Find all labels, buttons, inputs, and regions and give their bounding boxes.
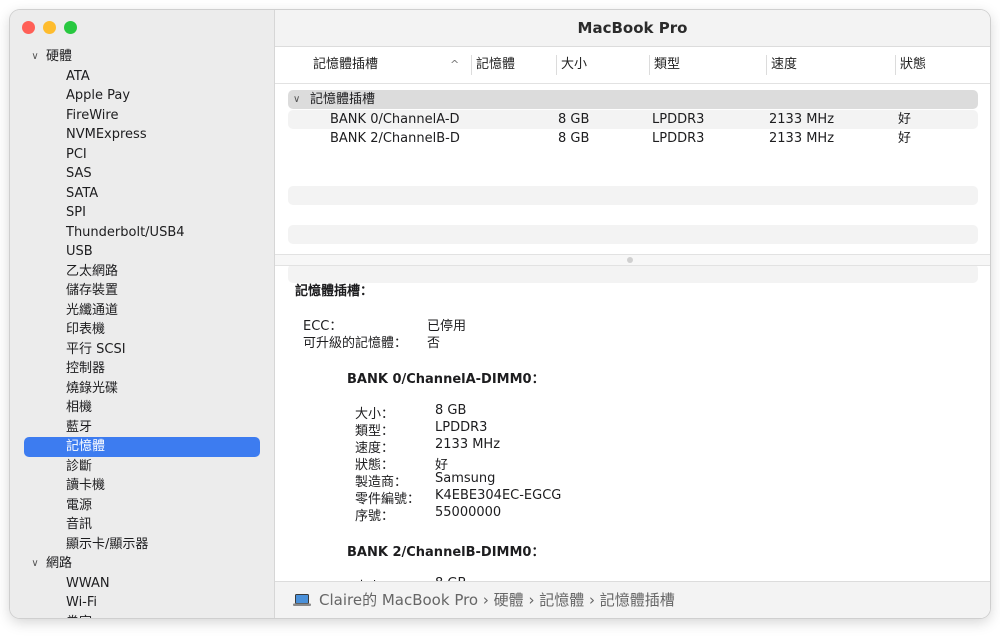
chevron-down-icon[interactable]: ∨ [28, 47, 42, 67]
sidebar-item[interactable]: 相機 [10, 398, 274, 418]
table-header: 記憶體插槽 記憶體 大小 類型 速度 狀態 ^ [275, 47, 990, 84]
field-value: LPDDR3 [435, 420, 488, 435]
system-information-window: ∨ 硬體 ATA Apple Pay FireWire NVMExpress PCI SAS S… [10, 10, 990, 618]
sidebar-item[interactable]: NVMExpress [10, 125, 274, 145]
field-value: 55000000 [435, 505, 502, 520]
sidebar-item[interactable]: 燒錄光碟 [10, 379, 274, 399]
minimize-window-button[interactable] [43, 21, 56, 34]
detail-pane: 記憶體插槽： ECC： 已停用 可升級的記憶體：否 BANK 0/ChannelA-DI… [275, 266, 990, 582]
table-row[interactable]: BANK 2/ChannelB-D 8 GB LPDDR3 2133 MHz 好 [288, 129, 978, 148]
sidebar-tree: ∨ 硬體 ATA Apple Pay FireWire NVMExpress PCI SAS S… [10, 47, 274, 618]
upgradable-value: 否 [427, 336, 441, 351]
sort-ascending-icon[interactable]: ^ [450, 47, 459, 83]
column-header[interactable]: 記憶體插槽 [313, 47, 378, 83]
sidebar-item[interactable]: 讀卡機 [10, 476, 274, 496]
sidebar-item[interactable]: Thunderbolt/USB4 [10, 223, 274, 243]
sidebar-item[interactable]: 儲存裝置 [10, 281, 274, 301]
sidebar-item[interactable]: 控制器 [10, 359, 274, 379]
path-separator: › [584, 591, 600, 609]
table-cell: 2133 MHz [769, 131, 835, 146]
sidebar-item[interactable]: 藍牙 [10, 418, 274, 438]
detail-heading: 記憶體插槽： [295, 284, 374, 299]
window-title: MacBook Pro [275, 10, 990, 47]
sidebar-item[interactable]: PCI [10, 145, 274, 165]
table-cell: BANK 0/ChannelA-D [330, 112, 460, 127]
table-cell: 好 [898, 112, 912, 127]
sidebar-item[interactable]: USB [10, 242, 274, 262]
path-segment[interactable]: Claire的 MacBook Pro [319, 591, 478, 609]
sidebar-item[interactable]: 電源 [10, 496, 274, 516]
pane-splitter[interactable] [275, 254, 990, 266]
column-header[interactable]: 速度 [766, 55, 797, 75]
field-value: K4EBE304EC-EGCG [435, 488, 562, 503]
sidebar-item[interactable]: WWAN [10, 574, 274, 594]
sidebar-item[interactable]: 音訊 [10, 515, 274, 535]
sidebar-group[interactable]: ∨ 硬體 [10, 47, 274, 67]
table-cell: 8 GB [558, 131, 590, 146]
zoom-window-button[interactable] [64, 21, 77, 34]
field-value: 2133 MHz [435, 437, 501, 452]
empty-row [288, 186, 978, 205]
column-header[interactable]: 大小 [556, 55, 587, 75]
path-segment[interactable]: 記憶體 [539, 591, 584, 609]
laptop-icon [293, 594, 311, 606]
sidebar-item[interactable]: Apple Pay [10, 86, 274, 106]
sidebar-item[interactable]: 卷宗 [10, 613, 274, 619]
table-cell: LPDDR3 [652, 131, 705, 146]
field-label: 序號： [355, 509, 395, 524]
bank-title: BANK 2/ChannelB-DIMM0： [347, 545, 545, 560]
column-header[interactable]: 狀態 [895, 55, 926, 75]
sidebar-item[interactable]: SAS [10, 164, 274, 184]
table-cell: LPDDR3 [652, 112, 705, 127]
path-breadcrumb: Claire的 MacBook Pro › 硬體 › 記憶體 › 記憶體插槽 [319, 582, 675, 618]
upgradable-label: 可升級的記憶體： [303, 336, 408, 351]
chevron-down-icon[interactable]: ∨ [293, 90, 300, 109]
group-row-label: 記憶體插槽 [310, 92, 376, 107]
sidebar-item[interactable]: 顯示卡/顯示器 [10, 535, 274, 555]
field-value: Samsung [435, 471, 496, 486]
table-cell: 好 [898, 131, 912, 146]
table-cell: BANK 2/ChannelB-D [330, 131, 460, 146]
sidebar-item[interactable]: 診斷 [10, 457, 274, 477]
window-controls [22, 21, 77, 34]
path-bar: Claire的 MacBook Pro › 硬體 › 記憶體 › 記憶體插槽 [275, 581, 990, 618]
path-segment[interactable]: 記憶體插槽 [600, 591, 675, 609]
table-row[interactable]: BANK 0/ChannelA-D 8 GB LPDDR3 2133 MHz 好 [288, 110, 978, 129]
sidebar-item[interactable]: FireWire [10, 106, 274, 126]
sidebar-group-label: 網路 [46, 556, 73, 571]
sidebar-item[interactable]: 印表機 [10, 320, 274, 340]
column-header[interactable]: 記憶體 [471, 55, 515, 75]
sidebar-item[interactable]: 乙太網路 [10, 262, 274, 282]
path-segment[interactable]: 硬體 [494, 591, 524, 609]
sidebar-item[interactable]: 光纖通道 [10, 301, 274, 321]
chevron-down-icon[interactable]: ∨ [28, 554, 42, 574]
table-cell: 2133 MHz [769, 112, 835, 127]
path-separator: › [478, 591, 494, 609]
memory-table: ∨ 記憶體插槽 BANK 0/ChannelA-D 8 GB LPDDR3 2133 MH… [275, 84, 990, 283]
bank-title: BANK 0/ChannelA-DIMM0： [347, 372, 545, 387]
sidebar: ∨ 硬體 ATA Apple Pay FireWire NVMExpress PCI SAS S… [10, 10, 275, 618]
main-panel: MacBook Pro 記憶體插槽 記憶體 大小 類型 速度 狀態 ^ ∨ 記憶體插槽 BANK… [275, 10, 990, 618]
sidebar-item[interactable]: 記憶體 [24, 437, 260, 457]
empty-row [288, 225, 978, 244]
sidebar-item[interactable]: Wi-Fi [10, 593, 274, 613]
sidebar-item[interactable]: SATA [10, 184, 274, 204]
close-window-button[interactable] [22, 21, 35, 34]
table-group-row[interactable]: ∨ 記憶體插槽 [288, 90, 978, 109]
path-separator: › [523, 591, 540, 609]
table-cell: 8 GB [558, 112, 590, 127]
sidebar-group[interactable]: ∨ 網路 [10, 554, 274, 574]
splitter-handle-icon[interactable] [627, 257, 633, 263]
column-header[interactable]: 類型 [649, 55, 680, 75]
sidebar-item[interactable]: 平行 SCSI [10, 340, 274, 360]
sidebar-item[interactable]: SPI [10, 203, 274, 223]
field-value: 8 GB [435, 403, 467, 418]
sidebar-group-label: 硬體 [46, 49, 73, 64]
sidebar-item[interactable]: ATA [10, 67, 274, 87]
